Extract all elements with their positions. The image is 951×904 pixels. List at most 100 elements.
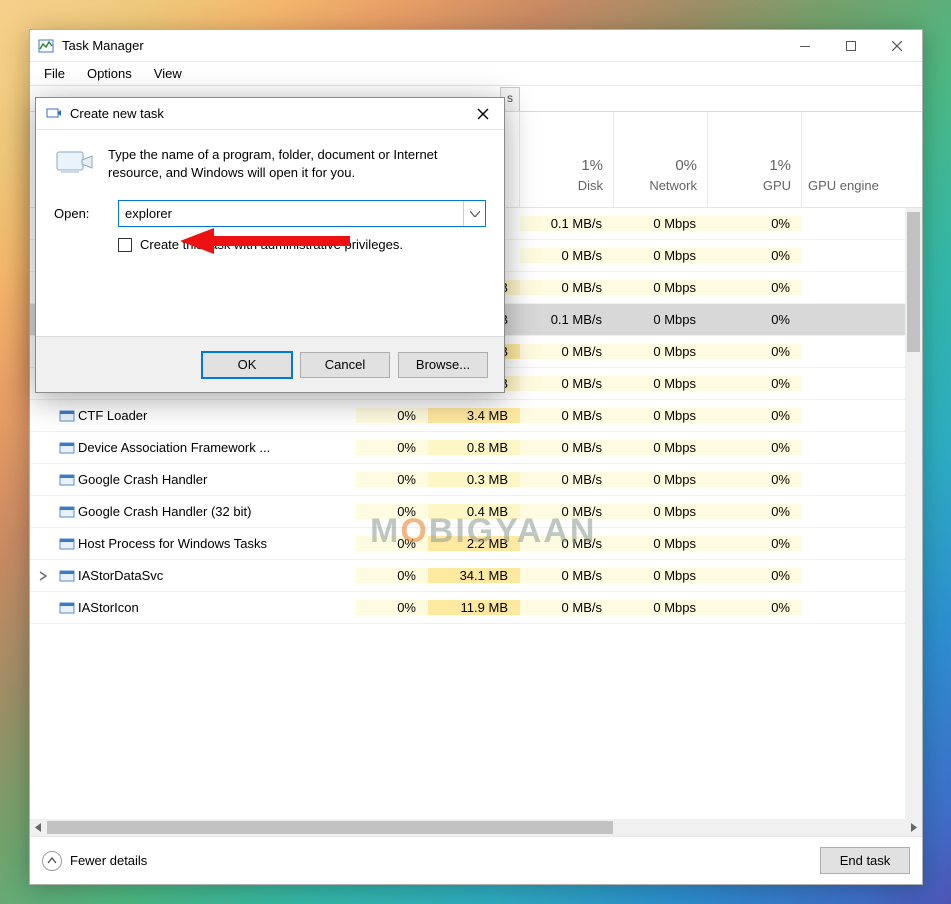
process-name: IAStorIcon bbox=[78, 600, 356, 615]
combobox-dropdown-icon[interactable] bbox=[463, 201, 485, 226]
horizontal-scrollbar[interactable] bbox=[30, 819, 922, 836]
network-cell: 0 Mbps bbox=[614, 472, 708, 487]
create-new-task-dialog: Create new task Type the name of a progr… bbox=[35, 97, 505, 393]
process-row[interactable]: Google Crash Handler (32 bit)0%0.4 MB0 M… bbox=[30, 496, 922, 528]
disk-cell: 0 MB/s bbox=[520, 408, 614, 423]
footer: Fewer details End task bbox=[30, 836, 922, 884]
process-icon bbox=[56, 472, 78, 488]
col-gpu-engine-header[interactable]: GPU engine bbox=[802, 112, 922, 207]
dialog-button-row: OK Cancel Browse... bbox=[36, 336, 504, 392]
disk-cell: 0.1 MB/s bbox=[520, 216, 614, 231]
gpu-cell: 0% bbox=[708, 280, 802, 295]
maximize-button[interactable] bbox=[828, 31, 874, 61]
process-name: Google Crash Handler (32 bit) bbox=[78, 504, 356, 519]
disk-cell: 0.1 MB/s bbox=[520, 312, 614, 327]
network-cell: 0 Mbps bbox=[614, 280, 708, 295]
process-icon bbox=[56, 408, 78, 424]
cpu-cell: 0% bbox=[356, 504, 428, 519]
fewer-details-label: Fewer details bbox=[70, 853, 147, 868]
disk-cell: 0 MB/s bbox=[520, 376, 614, 391]
network-cell: 0 Mbps bbox=[614, 568, 708, 583]
memory-cell: 0.4 MB bbox=[428, 504, 520, 519]
network-usage-pct: 0% bbox=[675, 157, 697, 174]
gpu-cell: 0% bbox=[708, 600, 802, 615]
cpu-cell: 0% bbox=[356, 472, 428, 487]
process-row[interactable]: CTF Loader0%3.4 MB0 MB/s0 Mbps0% bbox=[30, 400, 922, 432]
run-big-icon bbox=[54, 146, 94, 182]
ok-button[interactable]: OK bbox=[202, 352, 292, 378]
disk-cell: 0 MB/s bbox=[520, 600, 614, 615]
network-cell: 0 Mbps bbox=[614, 536, 708, 551]
end-task-button[interactable]: End task bbox=[820, 847, 910, 874]
menu-options[interactable]: Options bbox=[83, 64, 136, 83]
memory-cell: 0.3 MB bbox=[428, 472, 520, 487]
process-row[interactable]: Host Process for Windows Tasks0%2.2 MB0 … bbox=[30, 528, 922, 560]
gpu-engine-label: GPU engine bbox=[808, 178, 879, 193]
gpu-cell: 0% bbox=[708, 248, 802, 263]
menu-file[interactable]: File bbox=[40, 64, 69, 83]
process-name: Host Process for Windows Tasks bbox=[78, 536, 356, 551]
gpu-cell: 0% bbox=[708, 312, 802, 327]
cpu-cell: 0% bbox=[356, 536, 428, 551]
task-manager-icon bbox=[38, 38, 54, 54]
network-cell: 0 Mbps bbox=[614, 216, 708, 231]
process-row[interactable]: Google Crash Handler0%0.3 MB0 MB/s0 Mbps… bbox=[30, 464, 922, 496]
open-input[interactable] bbox=[119, 201, 463, 226]
col-network-header[interactable]: 0% Network bbox=[614, 112, 708, 207]
disk-cell: 0 MB/s bbox=[520, 344, 614, 359]
gpu-cell: 0% bbox=[708, 472, 802, 487]
disk-cell: 0 MB/s bbox=[520, 248, 614, 263]
process-icon bbox=[56, 568, 78, 584]
gpu-usage-pct: 1% bbox=[769, 157, 791, 174]
disk-cell: 0 MB/s bbox=[520, 440, 614, 455]
expand-chevron-icon[interactable] bbox=[30, 571, 56, 581]
gpu-cell: 0% bbox=[708, 504, 802, 519]
gpu-cell: 0% bbox=[708, 344, 802, 359]
minimize-button[interactable] bbox=[782, 31, 828, 61]
network-cell: 0 Mbps bbox=[614, 504, 708, 519]
col-gpu-header[interactable]: 1% GPU bbox=[708, 112, 802, 207]
disk-usage-pct: 1% bbox=[581, 157, 603, 174]
dialog-close-button[interactable] bbox=[468, 101, 498, 127]
gpu-cell: 0% bbox=[708, 376, 802, 391]
open-label: Open: bbox=[54, 206, 104, 221]
titlebar[interactable]: Task Manager bbox=[30, 30, 922, 62]
process-icon bbox=[56, 504, 78, 520]
memory-cell: 34.1 MB bbox=[428, 568, 520, 583]
col-disk-header[interactable]: 1% Disk bbox=[520, 112, 614, 207]
dialog-titlebar[interactable]: Create new task bbox=[36, 98, 504, 130]
network-cell: 0 Mbps bbox=[614, 408, 708, 423]
disk-cell: 0 MB/s bbox=[520, 280, 614, 295]
close-button[interactable] bbox=[874, 31, 920, 61]
dialog-title: Create new task bbox=[70, 106, 468, 121]
process-row[interactable]: IAStorIcon0%11.9 MB0 MB/s0 Mbps0% bbox=[30, 592, 922, 624]
disk-cell: 0 MB/s bbox=[520, 536, 614, 551]
process-row[interactable]: Device Association Framework ...0%0.8 MB… bbox=[30, 432, 922, 464]
gpu-cell: 0% bbox=[708, 568, 802, 583]
gpu-cell: 0% bbox=[708, 216, 802, 231]
process-name: Device Association Framework ... bbox=[78, 440, 356, 455]
memory-cell: 3.4 MB bbox=[428, 408, 520, 423]
memory-cell: 2.2 MB bbox=[428, 536, 520, 551]
open-combobox[interactable] bbox=[118, 200, 486, 227]
disk-label: Disk bbox=[578, 178, 603, 193]
fewer-details-toggle[interactable]: Fewer details bbox=[42, 851, 820, 871]
run-dialog-icon bbox=[46, 106, 62, 122]
network-cell: 0 Mbps bbox=[614, 440, 708, 455]
browse-button[interactable]: Browse... bbox=[398, 352, 488, 378]
admin-privileges-checkbox[interactable] bbox=[118, 238, 132, 252]
cancel-button[interactable]: Cancel bbox=[300, 352, 390, 378]
process-row[interactable]: IAStorDataSvc0%34.1 MB0 MB/s0 Mbps0% bbox=[30, 560, 922, 592]
gpu-cell: 0% bbox=[708, 536, 802, 551]
process-name: IAStorDataSvc bbox=[78, 568, 356, 583]
cpu-cell: 0% bbox=[356, 440, 428, 455]
vertical-scrollbar[interactable] bbox=[905, 208, 922, 819]
process-icon bbox=[56, 536, 78, 552]
scroll-left-icon[interactable] bbox=[30, 819, 47, 836]
gpu-cell: 0% bbox=[708, 440, 802, 455]
scroll-right-icon[interactable] bbox=[905, 819, 922, 836]
disk-cell: 0 MB/s bbox=[520, 568, 614, 583]
network-label: Network bbox=[649, 178, 697, 193]
menu-view[interactable]: View bbox=[150, 64, 186, 83]
dialog-description: Type the name of a program, folder, docu… bbox=[108, 146, 486, 182]
